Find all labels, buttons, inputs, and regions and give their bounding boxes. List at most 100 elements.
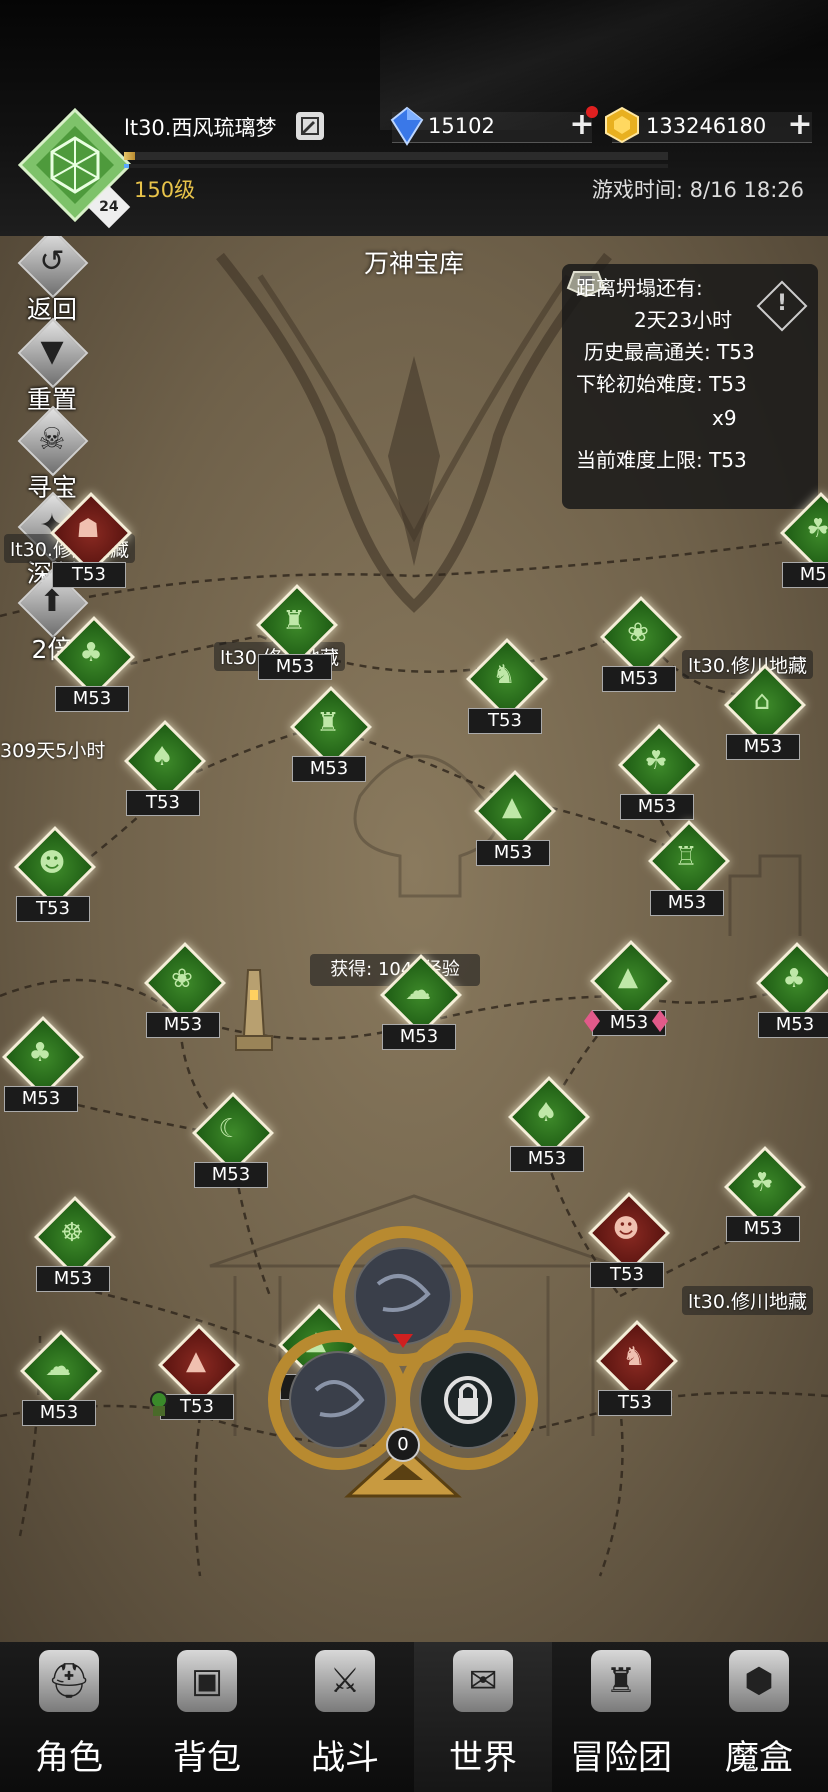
node-level-label: M53 [292,756,366,782]
map-node[interactable]: ☸ M53 [33,1195,117,1292]
map-node[interactable]: ☘ M53 [779,491,828,588]
nav-battle-label: 战斗 [311,1738,379,1778]
map-node[interactable]: ☁ M53 [19,1329,103,1426]
monster-icon: ♠ [150,742,174,772]
player-level: 150级 [134,178,196,202]
avatar-level-text: 24 [99,198,119,215]
add-gold-button[interactable]: + [786,110,814,140]
map-node[interactable]: ☁ M53 [379,953,463,1050]
map-node[interactable]: ♣ M53 [52,615,136,712]
monster-icon: ☾ [218,1114,242,1144]
monster-icon: ☘ [644,746,668,776]
double-speed-timer: 309天5小时 [0,740,106,762]
back-arrow-icon: ↺ [39,244,65,279]
node-level-label: M53 [602,666,676,692]
monster-icon: ☁ [405,976,431,1006]
back-button[interactable]: ↺ 返回 [10,236,94,326]
crystal-icon [584,1010,668,1032]
diamond-icon [390,106,424,146]
map-node[interactable]: ♣ M53 [1,1015,85,1112]
up-arrow-icon: ⬆ [39,584,65,619]
gold-icon [605,106,639,144]
map-player-label: lt30.修川地藏 [682,1286,813,1315]
monster-icon: ❀ [627,618,649,648]
map-node[interactable]: ♣ M53 [755,941,828,1038]
player-marker-icon [150,1391,168,1416]
node-level-label: M53 [382,1024,456,1050]
node-level-label: M53 [758,1012,828,1038]
treasure-hunt-button[interactable]: ☠ 寻宝 [10,405,94,504]
node-level-label: M53 [258,654,332,680]
diamond-count: 15102 [428,114,495,138]
map-node[interactable]: ♖ M53 [647,819,731,916]
node-level-label: M53 [36,1266,110,1292]
collapse-label: 距离坍塌还有: [576,276,703,300]
pyramid-icon: ▲ [186,1346,206,1376]
castle-icon: ♜ [591,1650,651,1712]
map-node[interactable]: ☻ T53 [13,825,97,922]
node-level-label: T53 [52,562,126,588]
node-level-label: T53 [468,708,542,734]
node-level-label: T53 [590,1262,664,1288]
map-node[interactable]: ♜ M53 [255,583,339,680]
map-node[interactable]: ☗ T53 [49,491,133,588]
node-level-label: M53 [726,1216,800,1242]
nav-magic-box[interactable]: ⬢ 魔盒 [690,1642,828,1792]
map-node[interactable]: ☻ T53 [587,1191,671,1288]
bottom-navigation: ⛑ 角色 ▣ 背包 ⚔ 战斗 ✉ 世界 ♜ 冒险团 ⬢ 魔盒 [0,1642,828,1792]
exp-progress-bar [124,152,668,160]
node-level-label: M53 [22,1400,96,1426]
nav-backpack[interactable]: ▣ 背包 [138,1642,276,1792]
hut-icon: ⌂ [753,686,771,716]
monster-icon: ☗ [76,514,100,544]
monster-icon: ❀ [171,964,193,994]
nav-world[interactable]: ✉ 世界 [414,1642,552,1792]
gold-count: 133246180 [646,114,767,138]
map-node[interactable]: ☘ M53 [723,1145,807,1242]
map-node[interactable]: ⌂ M53 [723,663,807,760]
lighthouse-icon[interactable] [230,966,278,1058]
map-node[interactable]: ♞ T53 [465,637,549,734]
reset-button[interactable]: ▼ 重置 [10,317,94,416]
monster-icon: ♞ [492,660,516,690]
collapse-item-count: x9 [712,406,737,430]
monster-icon: ♣ [79,638,103,668]
nav-adventure-team-label: 冒险团 [570,1738,672,1778]
ruins-icon: ♜ [282,606,306,636]
warning-icon[interactable]: ! [764,286,800,322]
node-level-label: M53 [194,1162,268,1188]
monster-icon: ☘ [806,514,828,544]
map-node[interactable]: ♠ T53 [123,719,207,816]
top-status-bar: 24 lt30.西风琉璃梦 150级 游戏时间: 8/16 18:26 1510… [0,0,828,236]
node-level-label: M53 [55,686,129,712]
map-node[interactable]: ❀ M53 [143,941,227,1038]
monster-icon: ☁ [45,1352,71,1382]
map-node[interactable]: ▲ M53 [473,769,557,866]
trinity-counter: 0 [386,1428,420,1462]
nav-battle[interactable]: ⚔ 战斗 [276,1642,414,1792]
edit-name-icon[interactable] [296,112,324,140]
trinity-orb-device[interactable] [258,1214,548,1514]
nav-world-label: 世界 [449,1738,517,1778]
world-map[interactable]: 万神宝库 ↺ 返回 ▼ 重置 ☠ 寻宝 ✦ 深渊 ⬆ 2倍 309天5小时 距离… [0,236,828,1642]
player-name: lt30.西风琉璃梦 [124,116,277,140]
node-level-label: T53 [16,896,90,922]
orc-icon: ☻ [38,848,66,878]
tree-icon: ♠ [534,1098,558,1128]
skull-icon: ☠ [38,422,66,457]
notification-dot [586,106,598,118]
node-level-label: M53 [510,1146,584,1172]
secondary-progress-fill [124,164,130,168]
map-node[interactable]: ☘ M53 [617,723,701,820]
map-node[interactable]: ♞ T53 [595,1319,679,1416]
tree-icon: ♣ [28,1038,52,1068]
nav-adventure-team[interactable]: ♜ 冒险团 [552,1642,690,1792]
node-level-label: M53 [650,890,724,916]
map-node[interactable]: ☾ M53 [191,1091,275,1188]
map-node[interactable]: ♠ M53 [507,1075,591,1172]
collapse-time: 2天23小时 [634,308,733,332]
pyramid-icon: ▲ [618,962,638,992]
map-node[interactable]: ❀ M53 [599,595,683,692]
nav-character[interactable]: ⛑ 角色 [0,1642,138,1792]
map-node[interactable]: ♜ M53 [289,685,373,782]
